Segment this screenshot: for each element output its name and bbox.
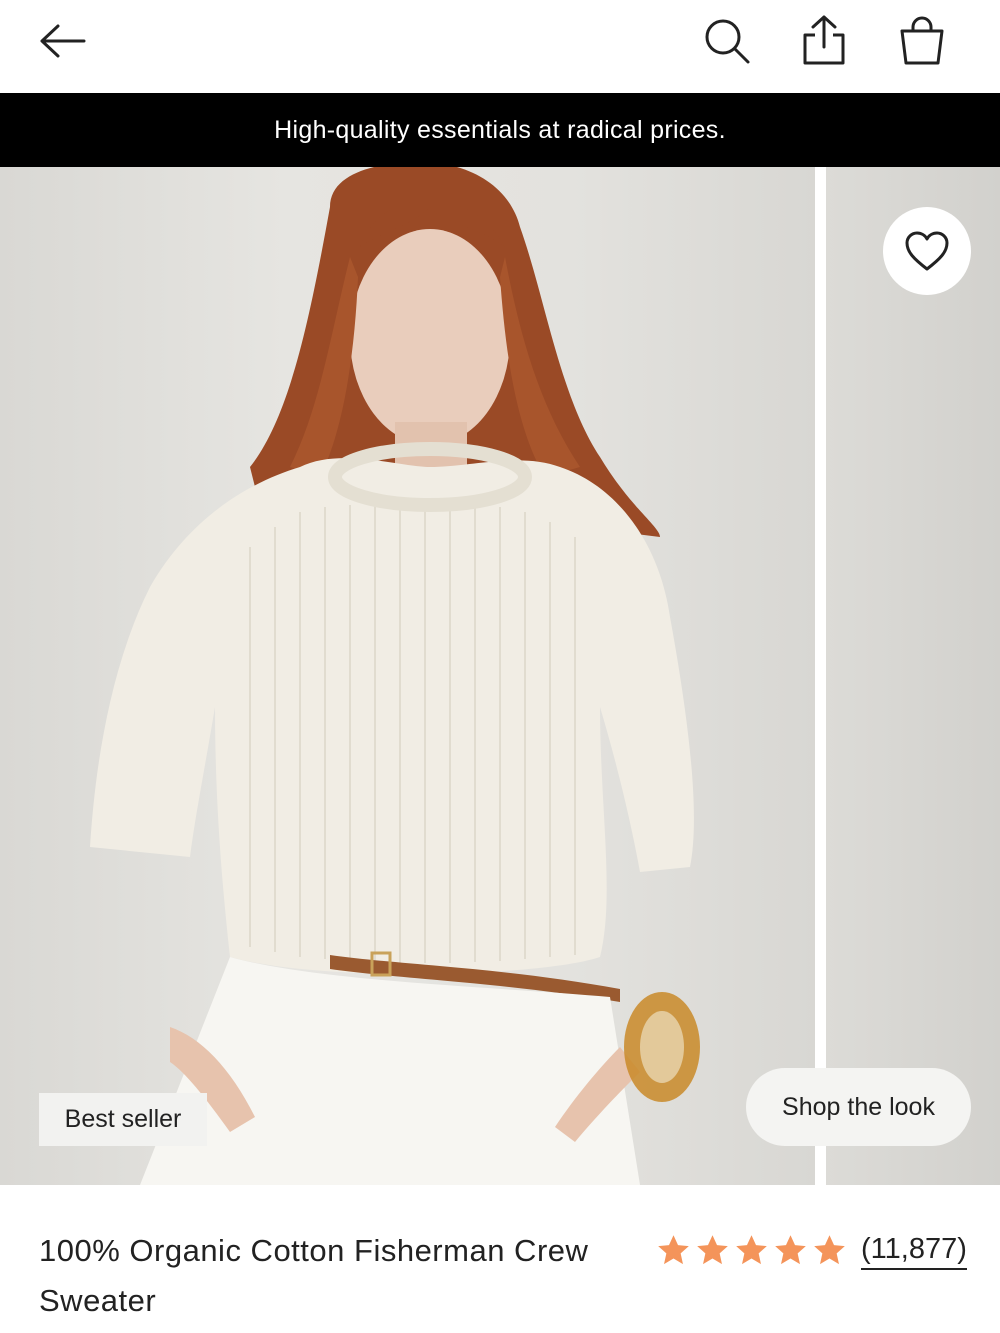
- search-button[interactable]: [695, 12, 759, 70]
- product-image-gallery[interactable]: Best seller Shop the look: [0, 167, 1000, 1185]
- favorite-button[interactable]: [883, 207, 971, 295]
- rating-stars: [656, 1233, 851, 1268]
- product-title: 100% Organic Cotton Fisherman Crew Sweat…: [39, 1233, 589, 1318]
- heart-icon: [905, 231, 949, 271]
- best-seller-label: Best seller: [64, 1105, 182, 1133]
- product-image-next[interactable]: [826, 167, 1000, 1185]
- star-icon: [775, 1234, 806, 1264]
- search-icon: [705, 19, 750, 64]
- shopping-bag-icon: [900, 16, 944, 65]
- top-nav-bar: [0, 0, 1000, 93]
- star-icon: [697, 1234, 728, 1264]
- product-rating[interactable]: (11,877): [656, 1228, 967, 1272]
- shop-the-look-label: Shop the look: [782, 1092, 935, 1121]
- share-icon: [803, 15, 845, 65]
- review-count-link[interactable]: (11,877): [861, 1231, 967, 1270]
- model-sweater: [90, 458, 694, 974]
- star-icon: [658, 1234, 689, 1264]
- back-button[interactable]: [30, 14, 96, 68]
- best-seller-badge: Best seller: [39, 1093, 207, 1146]
- star-icon: [736, 1234, 767, 1264]
- arrow-left-icon: [40, 24, 86, 58]
- share-button[interactable]: [792, 10, 856, 70]
- shop-the-look-button[interactable]: Shop the look: [746, 1068, 971, 1146]
- star-icon: [814, 1234, 845, 1264]
- model-face: [350, 229, 510, 445]
- product-image-main[interactable]: [0, 167, 815, 1185]
- promo-text: High-quality essentials at radical price…: [274, 115, 726, 144]
- promo-banner: High-quality essentials at radical price…: [0, 93, 1000, 167]
- shopping-bag-button[interactable]: [890, 10, 954, 70]
- model-photo: [90, 167, 700, 1185]
